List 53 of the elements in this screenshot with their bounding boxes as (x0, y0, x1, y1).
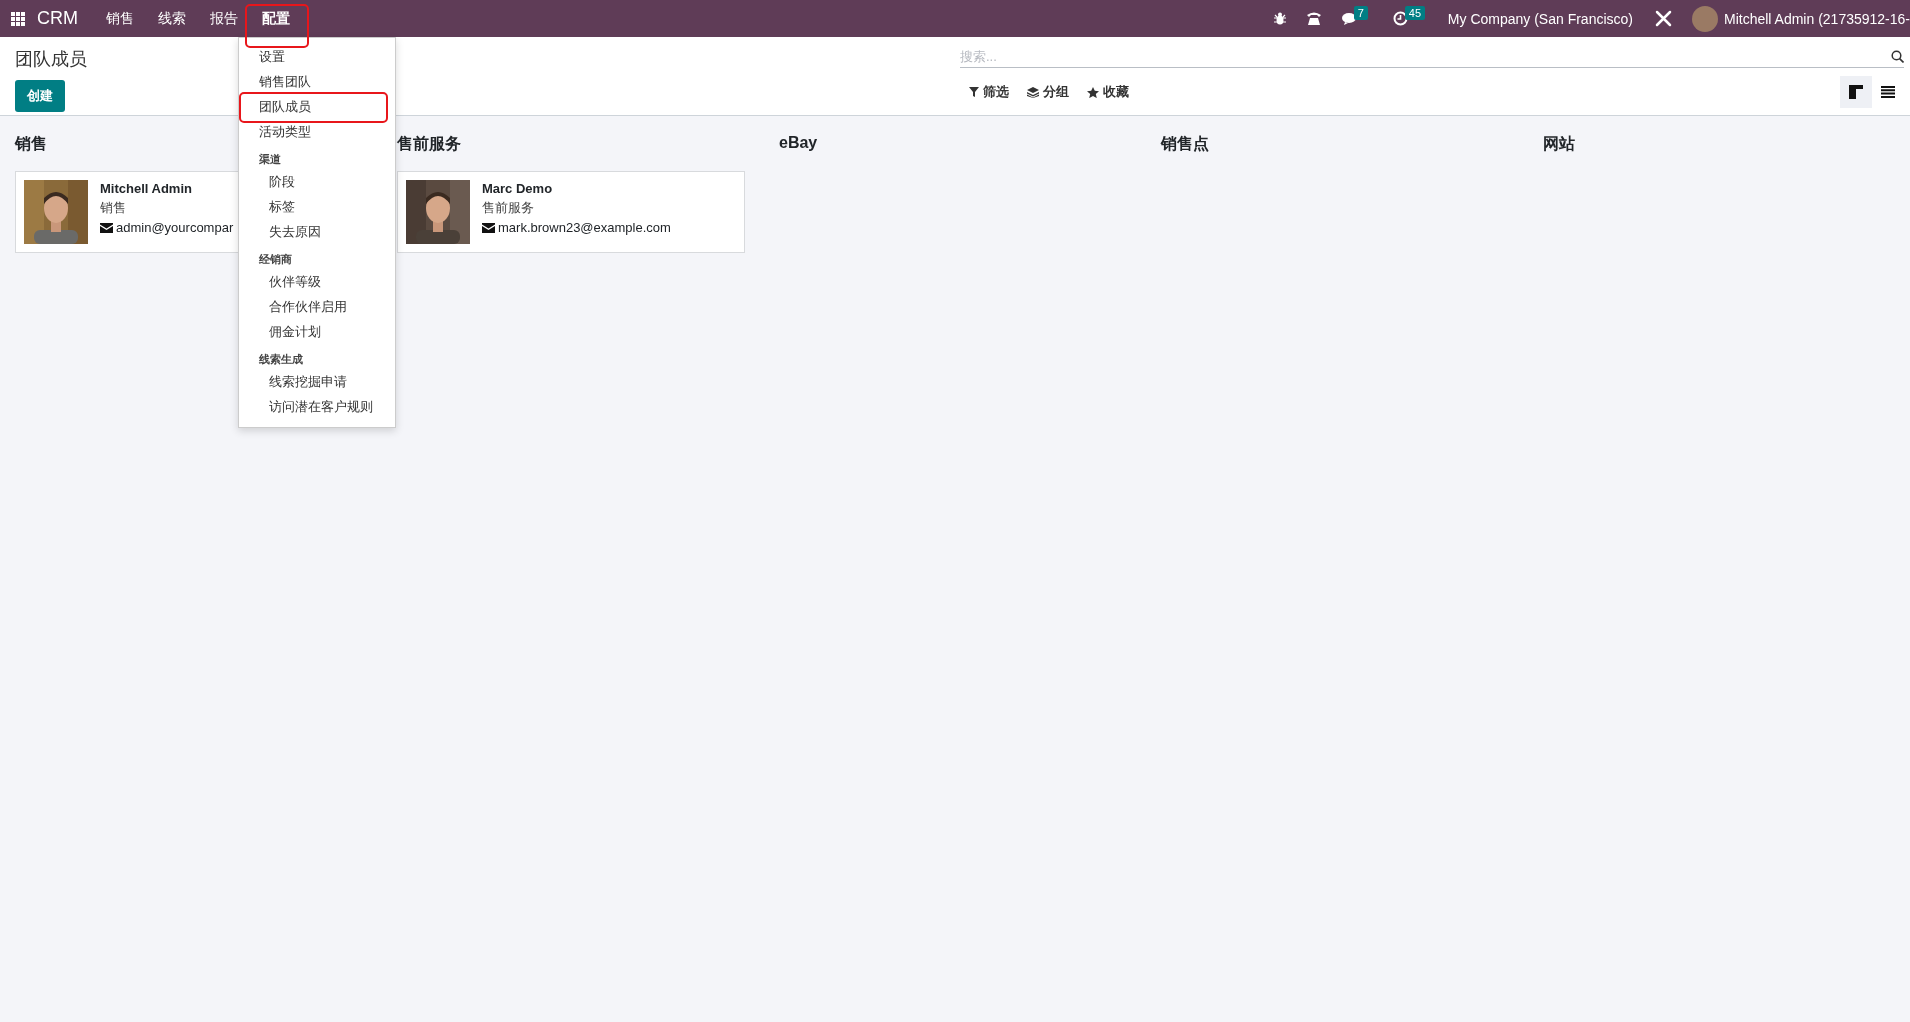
menu-item[interactable]: 销售 (94, 0, 146, 37)
filter-button[interactable]: 筛选 (960, 79, 1018, 105)
member-email: admin@yourcompar (116, 220, 234, 235)
menu-item[interactable]: 配置 (250, 0, 302, 37)
menu-section-header: 渠道 (258, 152, 282, 167)
member-team: 售前服务 (482, 199, 535, 217)
dropdown-item[interactable]: 佣金计划 (239, 319, 395, 344)
favorite-button[interactable]: 收藏 (1078, 79, 1138, 105)
envelope-icon (482, 222, 495, 233)
list-icon (1881, 86, 1895, 98)
kanban-view-button[interactable] (1840, 76, 1872, 108)
column-title: 销售点 (1161, 134, 1210, 154)
dropdown-item[interactable]: 销售团队 (239, 69, 395, 94)
menu-item[interactable]: 线索 (146, 0, 198, 37)
create-button[interactable]: 创建 (15, 80, 65, 112)
menu-section-header: 经销商 (258, 252, 293, 267)
clock-icon[interactable] (1392, 11, 1408, 26)
dropdown-item[interactable]: 访问潜在客户规则 (239, 394, 395, 419)
bug-icon[interactable] (1273, 12, 1286, 25)
column-title: 销售 (15, 134, 48, 154)
member-card[interactable]: Marc Demo 售前服务 mark.brown23@example.com (397, 171, 745, 253)
activity-count-badge: 45 (1404, 6, 1426, 20)
member-team: 销售 (100, 199, 127, 217)
member-name: Marc Demo (482, 181, 554, 196)
page-title: 团队成员 (15, 48, 87, 71)
dropdown-item[interactable]: 活动类型 (239, 119, 395, 144)
user-menu[interactable]: Mitchell Admin (21735912-16- (1724, 10, 1910, 27)
kanban-icon (1849, 85, 1863, 99)
group-button[interactable]: 分组 (1018, 79, 1078, 105)
phone-icon[interactable] (1305, 11, 1322, 26)
layers-icon (1027, 86, 1039, 98)
search-field[interactable]: 搜索... (960, 45, 1887, 68)
dropdown-item[interactable]: 设置 (239, 44, 395, 69)
company-switcher[interactable]: My Company (San Francisco) (1435, 10, 1645, 27)
column-title: 网站 (1543, 134, 1576, 154)
menu-section-header: 线索生成 (258, 352, 304, 367)
dropdown-item[interactable]: 团队成员 (239, 94, 395, 119)
highlight-frame (245, 4, 309, 48)
column-title: 售前服务 (397, 134, 462, 154)
envelope-icon (100, 222, 113, 233)
member-email: mark.brown23@example.com (498, 220, 671, 235)
column-title: eBay (779, 134, 819, 152)
dropdown-item[interactable]: 合作伙伴启用 (239, 294, 395, 319)
apps-menu-icon[interactable] (11, 11, 25, 26)
member-name: Mitchell Admin (100, 181, 193, 196)
menu-item[interactable]: 报告 (198, 0, 250, 37)
search-icon[interactable] (1891, 49, 1904, 63)
filter-icon (969, 87, 979, 97)
app-name[interactable]: CRM (37, 8, 78, 29)
star-icon (1087, 86, 1099, 98)
message-count-badge: 7 (1353, 6, 1368, 20)
dropdown-item[interactable]: 伙伴等级 (239, 269, 395, 294)
dropdown-item[interactable]: 线索挖掘申请 (239, 369, 395, 394)
